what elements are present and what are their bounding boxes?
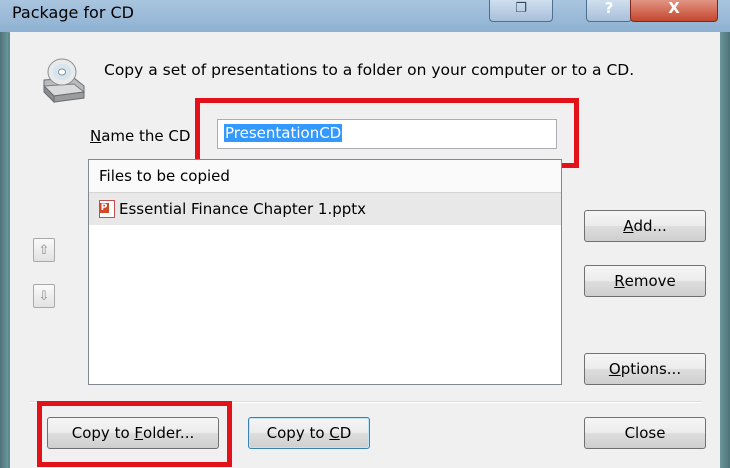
remove-button[interactable]: Remove xyxy=(584,265,706,297)
window-title: Package for CD xyxy=(12,3,134,22)
restore-button[interactable]: ❐ xyxy=(489,0,553,22)
close-label: Close xyxy=(624,424,666,442)
close-button[interactable]: Close xyxy=(584,417,706,449)
window-frame-right xyxy=(720,32,730,468)
list-item[interactable]: Essential Finance Chapter 1.pptx xyxy=(89,193,561,225)
arrow-up-icon: ⇧ xyxy=(38,242,50,258)
close-window-button[interactable]: X xyxy=(630,0,718,22)
name-label-text: ame the CD xyxy=(101,127,191,145)
options-accelerator: O xyxy=(608,360,621,378)
copy-to-cd-prefix: Copy to xyxy=(266,424,330,442)
copy-to-cd-label: D xyxy=(339,424,352,442)
add-accelerator: A xyxy=(623,217,634,235)
help-button[interactable]: ? xyxy=(586,0,632,22)
copy-to-cd-button[interactable]: Copy to CD xyxy=(248,417,370,449)
cd-drive-icon xyxy=(42,58,86,104)
restore-icon: ❐ xyxy=(515,0,527,16)
name-label-accelerator: N xyxy=(90,127,102,145)
remove-accelerator: R xyxy=(614,272,625,290)
arrow-down-icon: ⇩ xyxy=(38,288,50,304)
name-the-cd-label: Name the CD xyxy=(90,127,190,145)
files-list-header: Files to be copied xyxy=(89,160,561,193)
help-icon: ? xyxy=(604,0,614,17)
pptx-file-icon xyxy=(99,200,115,218)
files-list[interactable]: Files to be copied Essential Finance Cha… xyxy=(88,159,562,385)
copy-to-cd-accelerator: C xyxy=(329,424,340,442)
add-label: dd... xyxy=(633,217,667,235)
options-button[interactable]: Options... xyxy=(584,353,706,385)
highlight-box-cd-name xyxy=(195,98,579,168)
options-label: ptions... xyxy=(620,360,682,378)
move-down-button[interactable]: ⇩ xyxy=(33,284,55,308)
close-icon: X xyxy=(668,0,680,17)
add-button[interactable]: Add... xyxy=(584,210,706,242)
dialog-description: Copy a set of presentations to a folder … xyxy=(104,61,635,79)
remove-label: emove xyxy=(624,272,676,290)
highlight-box-copy-to-folder xyxy=(37,401,232,467)
file-name: Essential Finance Chapter 1.pptx xyxy=(119,200,367,218)
window-frame-left xyxy=(0,32,8,468)
package-for-cd-dialog: Copy a set of presentations to a folder … xyxy=(10,32,720,468)
move-up-button[interactable]: ⇧ xyxy=(33,238,55,262)
title-bar[interactable]: Package for CD ❐ ? X xyxy=(0,0,730,33)
